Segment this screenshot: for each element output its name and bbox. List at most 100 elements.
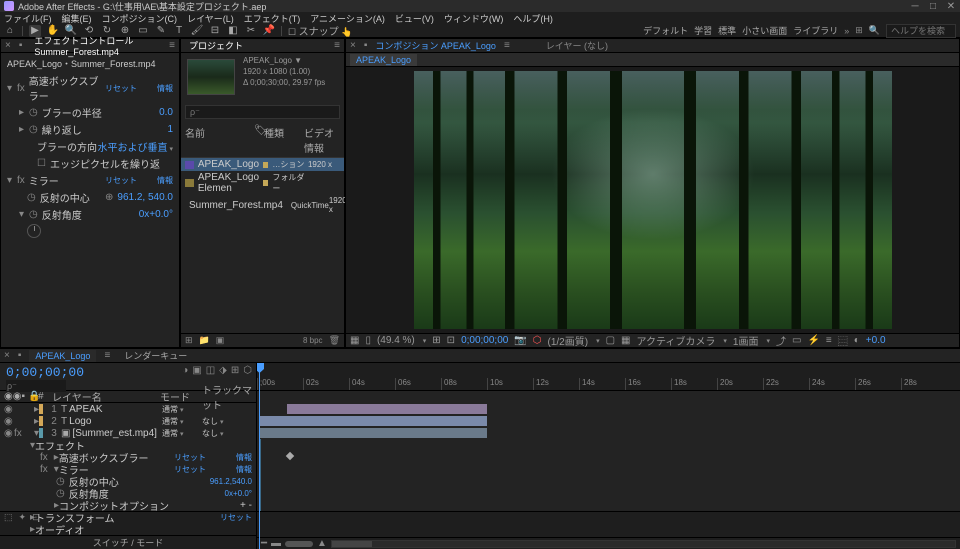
fx-badge-icon[interactable]: fx [17, 175, 25, 186]
search-panel-icon[interactable]: ⊞ [855, 25, 863, 36]
fast-preview-icon[interactable]: ⚡ [807, 335, 819, 346]
panel-grip-icon[interactable]: ▪ [18, 350, 22, 361]
workspace-library[interactable]: ライブラリ [793, 24, 838, 37]
layer-bar[interactable] [259, 416, 487, 426]
stopwatch-icon[interactable]: ◷ [27, 192, 36, 203]
layer-row[interactable]: ◉ ▸ 2 T Logo 通常 なし [0, 415, 256, 427]
audio-row[interactable]: ▸ オーディオ [0, 523, 256, 535]
label-chip[interactable] [263, 180, 268, 186]
zoom-dropdown[interactable]: (49.4 %) [377, 335, 415, 346]
layer-bar[interactable] [259, 428, 487, 438]
col-name-header[interactable]: 名前 [185, 125, 254, 155]
info-link[interactable]: 情報 [236, 452, 252, 463]
timeline-tracks[interactable] [257, 391, 960, 537]
comp-name-label[interactable]: APEAK_Logo ▼ [239, 55, 329, 66]
stopwatch-icon[interactable]: ◷ [29, 124, 38, 135]
project-item[interactable]: APEAK_Logo …ション 1920 x [181, 158, 344, 171]
help-search-input[interactable] [886, 24, 956, 38]
layer-viewer-tab[interactable]: レイヤー (なし) [546, 39, 608, 52]
layer-bar[interactable] [287, 404, 487, 414]
channel-icon[interactable]: ⬡ [533, 335, 542, 346]
camera-dropdown[interactable]: アクティブカメラ [637, 333, 716, 348]
mode-dropdown[interactable]: 通常 [162, 416, 202, 427]
timeline-ruler[interactable]: ;00s02s04s06s08s10s12s14s16s18s20s22s24s… [257, 363, 960, 391]
reset-link[interactable]: リセット [174, 452, 206, 463]
twirl-icon[interactable]: ▾ [7, 83, 15, 94]
comp-flow-tab[interactable]: APEAK_Logo [350, 54, 417, 66]
keyframe-icon[interactable] [286, 452, 294, 460]
resolution-dropdown[interactable]: (1/2画質) [548, 333, 589, 348]
fx-info-link[interactable]: 情報 [157, 175, 173, 186]
mode-dropdown[interactable]: 通常 [162, 404, 202, 415]
render-queue-tab[interactable]: レンダーキュー [118, 348, 193, 363]
bpc-button[interactable]: 8 bpc [303, 336, 323, 345]
label-chip[interactable] [263, 162, 268, 168]
twirl-icon[interactable]: ▸ [19, 107, 27, 118]
draft3d-icon[interactable]: ▣ [192, 365, 201, 388]
nav-slider[interactable] [331, 540, 956, 548]
fx-badge-icon[interactable]: fx [17, 83, 25, 94]
zoom-handle[interactable] [285, 541, 313, 547]
project-item[interactable]: APEAK_Logo Elemen フォルダー [181, 171, 344, 195]
bounds-icon[interactable]: ⊡ [32, 512, 40, 523]
transparency-icon[interactable]: ▦ [621, 335, 630, 346]
panel-menu-icon[interactable]: × [4, 350, 10, 361]
layer-name[interactable]: Logo [69, 416, 162, 427]
visibility-icon[interactable]: ◉ [4, 428, 14, 439]
col-type-header[interactable]: 種類 [264, 125, 304, 155]
label-color[interactable] [39, 404, 43, 414]
panel-grip-icon[interactable]: ▪ [364, 40, 368, 51]
roto-tool-icon[interactable]: ✂ [245, 25, 257, 37]
mirror-angle-value[interactable]: 0x+0.0° [225, 489, 252, 498]
switches-toggle[interactable]: スイッチ / モード [0, 535, 256, 549]
project-tab[interactable]: プロジェクト [185, 38, 247, 53]
text-tool-icon[interactable]: T [173, 25, 185, 37]
share-icon[interactable]: ⤴ [776, 333, 786, 348]
playhead[interactable] [259, 363, 260, 549]
stamp-tool-icon[interactable]: ⊟ [209, 25, 221, 37]
twirl-icon[interactable]: ▸ [19, 124, 27, 135]
exposure-value[interactable]: +0.0 [866, 335, 886, 346]
toggle-switches-icon[interactable]: ━ [261, 538, 267, 549]
views-dropdown[interactable]: 1画面 [733, 333, 759, 348]
workspace-standard[interactable]: 標準 [718, 24, 736, 37]
panel-options-icon[interactable]: ≡ [334, 40, 340, 51]
col-video-header[interactable]: ビデオ情報 [304, 125, 340, 155]
new-folder-icon[interactable]: 📁 [199, 335, 210, 346]
composition-viewer[interactable] [346, 67, 959, 333]
visibility-icon[interactable]: ◉ [4, 404, 14, 415]
menu-window[interactable]: ウィンドウ(W) [444, 12, 504, 25]
timeline-icon[interactable]: ≡ [826, 335, 832, 346]
flowchart-icon[interactable]: ⿳ [838, 333, 848, 348]
workspace-default[interactable]: デフォルト [643, 24, 688, 37]
zoom-out-icon[interactable]: ▬ [271, 538, 281, 549]
guide-icon[interactable]: ⊡ [447, 335, 455, 346]
workspace-small[interactable]: 小さい画面 [742, 24, 787, 37]
blur-direction-value[interactable]: 水平および垂直 [97, 139, 173, 154]
mirror-center-value[interactable]: 961.2, 540.0 [117, 192, 173, 203]
minimize-button[interactable]: ─ [910, 1, 920, 11]
close-button[interactable]: ✕ [946, 1, 956, 11]
label-color[interactable] [39, 428, 43, 438]
timeline-comp-tab[interactable]: APEAK_Logo [29, 350, 96, 362]
project-item[interactable]: Summer_Forest.mp4 QuickTime 1920 x [181, 195, 344, 215]
menu-view[interactable]: ビュー(V) [395, 12, 434, 25]
visibility-icon[interactable]: ◉ [4, 416, 14, 427]
project-search-input[interactable] [185, 105, 340, 119]
tab-options-icon[interactable]: ≡ [504, 40, 510, 51]
workspace-learn[interactable]: 学習 [694, 24, 712, 37]
current-time-display[interactable]: 0;00;00;00 [6, 365, 84, 380]
delete-icon[interactable]: 🗑 [329, 335, 340, 346]
fx-info-link[interactable]: 情報 [157, 83, 173, 94]
comp-viewer-tab[interactable]: コンポジション APEAK_Logo [375, 39, 496, 52]
new-comp-icon[interactable]: ▣ [216, 335, 225, 346]
layer-row[interactable]: ◉ ▸ 1 T APEAK 通常 [0, 403, 256, 415]
mask-icon[interactable]: ▯ [365, 335, 371, 346]
panel-menu-icon[interactable]: × [5, 40, 11, 51]
puppet-tool-icon[interactable]: 📌 [263, 25, 275, 37]
twirl-icon[interactable]: ▾ [7, 175, 15, 186]
fx-active-icon[interactable]: fx [14, 428, 34, 439]
pixel-ar-icon[interactable]: ▭ [792, 335, 801, 346]
panel-grip-icon[interactable]: ▪ [19, 40, 23, 51]
angle-control[interactable] [27, 224, 41, 238]
